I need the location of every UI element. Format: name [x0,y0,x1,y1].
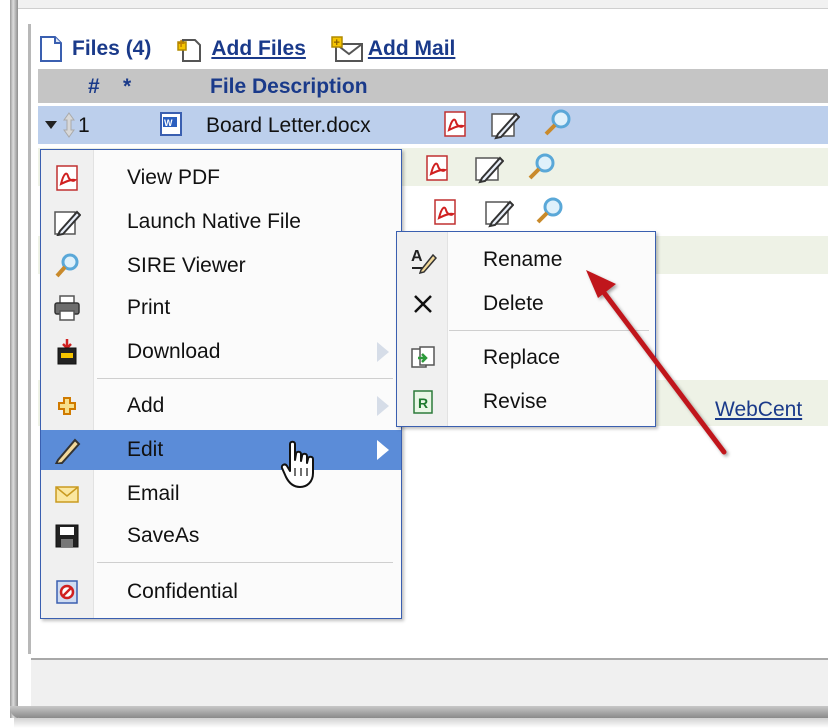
col-description-header[interactable]: File Description [210,75,368,99]
window-frame-bottom [10,706,828,718]
submenu-item-rename[interactable]: A Rename [397,240,655,280]
menu-item-label: Add [127,394,165,417]
add-files-icon: + [175,35,202,62]
pencil-icon[interactable] [474,154,504,184]
submenu-item-label: Replace [483,346,561,369]
status-bar [31,658,828,708]
submenu-arrow-icon [377,396,389,416]
window-frame-left [10,0,18,718]
word-doc-icon: W [160,112,182,136]
magnifier-icon[interactable] [534,196,564,226]
submenu-arrow-icon [377,440,389,460]
menu-item-label: Confidential [127,580,238,603]
menu-item-label: SaveAs [127,524,200,547]
menu-item-label: Edit [127,438,164,461]
svg-text:R: R [418,395,428,411]
revise-icon: R [413,390,433,414]
confidential-icon [56,580,78,604]
add-files-label[interactable]: Add Files [211,37,306,61]
hand-cursor-icon [280,440,314,488]
floppy-icon [55,524,79,548]
row-dropdown-icon[interactable] [44,120,58,130]
row-sort-icon[interactable] [62,112,76,138]
submenu-separator [449,330,649,331]
menu-item-label: Email [127,482,180,505]
menu-item-label: Launch Native File [127,210,301,233]
svg-text:A: A [411,248,423,265]
submenu-item-label: Revise [483,390,548,413]
pdf-icon [56,165,78,191]
col-star-header[interactable]: * [123,75,131,99]
pencil-icon[interactable] [484,198,514,228]
submenu-item-delete[interactable]: Delete [397,284,655,324]
add-mail-icon: + [331,36,363,62]
menu-separator [97,562,393,563]
files-count-label: Files (4) [38,35,151,63]
menu-item-label: Print [127,296,171,319]
printer-icon [54,295,80,321]
menu-item-sire-viewer[interactable]: SIRE Viewer [41,246,401,286]
pdf-icon[interactable] [424,154,452,182]
col-number-header[interactable]: # [88,75,100,99]
table-row-selected[interactable]: 1 W Board Letter.docx [38,106,828,144]
pdf-icon[interactable] [442,110,470,138]
pencil-icon [54,210,81,236]
window-shadow [14,718,828,728]
menu-item-view-pdf[interactable]: View PDF [41,158,401,198]
webcent-link[interactable]: WebCent [715,398,802,422]
delete-x-icon [414,295,432,313]
panel-top-border [18,0,828,9]
row-filename[interactable]: Board Letter.docx [206,114,371,138]
menu-item-saveas[interactable]: SaveAs [41,516,401,556]
grid-header: # * File Description [38,69,828,103]
menu-item-label: SIRE Viewer [127,254,246,277]
add-mail-label[interactable]: Add Mail [368,37,456,61]
menu-item-add[interactable]: Add [41,386,401,426]
magnifier-icon[interactable] [526,152,556,182]
menu-item-confidential[interactable]: Confidential [41,572,401,612]
edit-submenu: A Rename Delete Replace R Revise [396,231,656,427]
svg-text:+: + [177,35,185,51]
add-mail-button[interactable]: + Add Mail [330,34,456,64]
menu-item-launch-native-file[interactable]: Launch Native File [41,202,401,242]
rename-icon: A [411,248,437,274]
menu-item-label: Download [127,340,221,363]
add-icon [58,397,76,415]
magnifier-icon [55,253,79,278]
row-index: 1 [78,114,90,137]
menu-separator [97,378,393,379]
menu-item-edit[interactable]: Edit [41,430,401,470]
svg-text:W: W [164,118,173,128]
panel-inner-border [28,24,31,654]
files-count-text: Files (4) [72,37,152,60]
magnifier-icon[interactable] [542,108,572,138]
submenu-item-label: Rename [483,248,563,271]
menu-item-label: View PDF [127,166,220,189]
download-icon [57,339,77,365]
context-menu: View PDF Launch Native File SIRE Viewer … [40,149,402,619]
submenu-item-revise[interactable]: R Revise [397,382,655,422]
submenu-item-label: Delete [483,292,544,315]
envelope-icon [55,486,79,503]
pdf-icon[interactable] [432,198,460,226]
add-files-button[interactable]: + Add Files [175,34,306,64]
menu-item-email[interactable]: Email [41,474,401,514]
submenu-arrow-icon [377,342,389,362]
menu-item-download[interactable]: Download [41,332,401,372]
file-icon [40,36,62,62]
replace-icon [411,346,435,368]
files-toolbar: Files (4) + Add Files + Add Mail [38,32,479,66]
menu-item-print[interactable]: Print [41,288,401,328]
pencil-icon[interactable] [490,110,520,140]
submenu-item-replace[interactable]: Replace [397,338,655,378]
svg-text:+: + [333,37,339,49]
pencil-icon [54,438,81,464]
